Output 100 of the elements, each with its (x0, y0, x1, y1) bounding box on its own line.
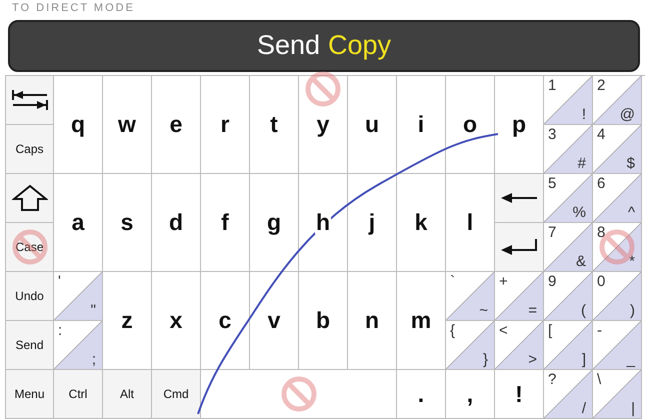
letter-key[interactable]: k (397, 174, 446, 272)
upper-symbol: 1 (548, 77, 556, 94)
enter-icon (500, 238, 538, 256)
letter-key[interactable]: m (397, 272, 446, 370)
lower-symbol: | (631, 400, 635, 417)
upper-symbol: 2 (597, 77, 606, 94)
letter-key[interactable]: r (201, 76, 250, 174)
letter-key[interactable]: s (103, 174, 152, 272)
function-key[interactable]: Menu (6, 370, 54, 419)
upper-symbol: [ (548, 322, 552, 339)
upper-symbol: ` (450, 273, 455, 290)
symbol-key[interactable]: 5 % (544, 174, 593, 223)
symbol-key[interactable]: 0 ) (593, 272, 642, 321)
upper-symbol: 3 (548, 126, 556, 143)
letter-key[interactable]: l (446, 174, 495, 272)
letter-key[interactable]: u (348, 76, 397, 174)
symbol-key[interactable]: [ ] (544, 321, 593, 370)
function-key[interactable]: Alt (103, 370, 152, 419)
letter-key[interactable]: o (446, 76, 495, 174)
symbol-key[interactable]: ' " (54, 272, 103, 321)
letter-key[interactable]: . (397, 370, 446, 419)
letter-key[interactable]: q (54, 76, 103, 174)
symbol-key[interactable]: \ | (593, 370, 642, 419)
function-key[interactable]: Send (6, 321, 54, 370)
upper-symbol: + (499, 273, 508, 290)
lower-symbol: $ (626, 155, 635, 172)
letter-key[interactable]: f (201, 174, 250, 272)
left-arrow-icon (500, 192, 538, 204)
letter-key[interactable]: , (446, 370, 495, 419)
letter-key[interactable]: ! (495, 370, 544, 419)
letter-key[interactable]: c (201, 272, 250, 370)
symbol-key[interactable]: ` ~ (446, 272, 495, 321)
letter-key[interactable]: h (299, 174, 348, 272)
lower-symbol: } (482, 351, 488, 368)
symbol-key[interactable]: 4 $ (593, 125, 642, 174)
lower-symbol: > (528, 351, 537, 368)
shift-icon (12, 184, 48, 212)
lower-symbol: @ (620, 106, 635, 123)
lower-symbol: # (578, 155, 586, 172)
function-key[interactable]: Ctrl (54, 370, 103, 419)
lower-symbol: * (629, 253, 635, 270)
function-key[interactable]: Caps (6, 125, 54, 174)
lower-symbol: % (572, 204, 586, 221)
lower-symbol: ) (630, 302, 635, 319)
letter-key[interactable]: x (152, 272, 201, 370)
mode-text: Copy (328, 30, 392, 62)
upper-symbol: { (450, 322, 456, 339)
upper-symbol: ? (548, 371, 556, 388)
function-key[interactable]: Undo (6, 272, 54, 321)
no-entry-icon (598, 228, 636, 266)
backspace-key[interactable] (495, 174, 544, 223)
letter-key[interactable]: j (348, 174, 397, 272)
enter-key[interactable] (495, 223, 544, 272)
symbol-key[interactable]: 1 ! (544, 76, 593, 125)
upper-symbol: 5 (548, 175, 556, 192)
function-key[interactable]: Case (6, 223, 54, 272)
upper-symbol: 8 (597, 224, 606, 241)
letter-key[interactable]: d (152, 174, 201, 272)
symbol-key[interactable]: 9 ( (544, 272, 593, 321)
symbol-key[interactable]: + = (495, 272, 544, 321)
lower-symbol: ~ (479, 302, 488, 319)
upper-symbol: 0 (597, 273, 606, 290)
lower-symbol: ! (582, 106, 586, 123)
letter-key[interactable]: g (250, 174, 299, 272)
symbol-key[interactable]: 2 @ (593, 76, 642, 125)
lower-symbol: / (582, 400, 586, 417)
lower-symbol: " (90, 302, 96, 319)
symbol-key[interactable]: 8 * (593, 223, 642, 272)
letter-key[interactable]: t (250, 76, 299, 174)
letter-key[interactable]: v (250, 272, 299, 370)
lower-symbol: ] (582, 351, 586, 368)
symbol-key[interactable]: - _ (593, 321, 642, 370)
lower-symbol: ; (92, 351, 96, 368)
upper-symbol: ' (58, 273, 61, 290)
symbol-key[interactable]: { } (446, 321, 495, 370)
symbol-key[interactable]: 7 & (544, 223, 593, 272)
letter-key[interactable]: i (397, 76, 446, 174)
shift-key[interactable] (6, 174, 54, 223)
letter-key[interactable]: z (103, 272, 152, 370)
letter-key[interactable]: w (103, 76, 152, 174)
no-entry-icon (304, 70, 342, 108)
function-key[interactable]: Cmd (152, 370, 201, 419)
letter-key[interactable]: e (152, 76, 201, 174)
symbol-key[interactable]: ? / (544, 370, 593, 419)
symbol-key[interactable]: 3 # (544, 125, 593, 174)
upper-symbol: \ (597, 371, 602, 388)
symbol-key[interactable]: 6 ^ (593, 174, 642, 223)
upper-symbol: - (597, 322, 602, 339)
letter-key[interactable]: p (495, 76, 544, 174)
tab-key[interactable] (6, 76, 54, 125)
no-entry-icon (280, 375, 318, 413)
letter-key[interactable]: n (348, 272, 397, 370)
letter-key[interactable]: b (299, 272, 348, 370)
tab-icon (10, 89, 48, 111)
upper-symbol: 6 (597, 175, 606, 192)
letter-key[interactable]: a (54, 174, 103, 272)
symbol-key[interactable]: : ; (54, 321, 103, 370)
upper-symbol: 4 (597, 126, 606, 143)
upper-symbol: < (499, 322, 508, 339)
symbol-key[interactable]: < > (495, 321, 544, 370)
